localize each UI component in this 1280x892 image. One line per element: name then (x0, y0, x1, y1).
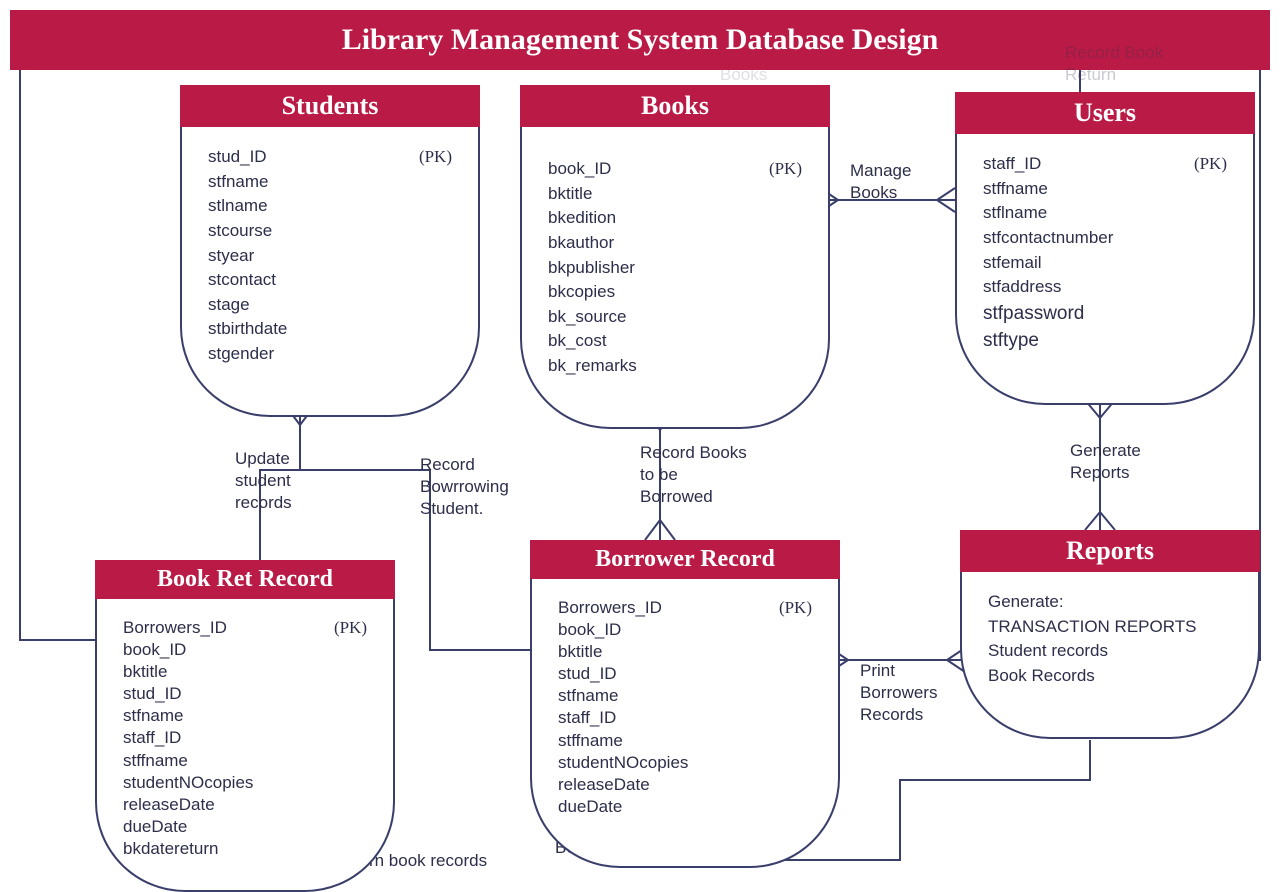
field: stlname (208, 194, 452, 219)
field: stfname (558, 685, 812, 707)
entity-borrower-record-header: Borrower Record (530, 540, 840, 579)
field: bk_cost (548, 329, 802, 354)
field: releaseDate (558, 774, 812, 796)
entity-reports-header: Reports (960, 530, 1260, 572)
entity-users-body: staff_ID (PK) stffname stflname stfconta… (955, 134, 1255, 405)
field: stage (208, 293, 452, 318)
entity-students-body: stud_ID (PK) stfname stlname stcourse st… (180, 127, 480, 417)
field: stcontact (208, 268, 452, 293)
field: bk_source (548, 305, 802, 330)
field: stud_ID (558, 663, 812, 685)
field: stfname (208, 170, 452, 195)
field: stcourse (208, 219, 452, 244)
field: stfname (123, 705, 367, 727)
field: staff_ID (123, 727, 367, 749)
entity-borrower-record-body: Borrowers_ID (PK) book_ID bktitle stud_I… (530, 579, 840, 868)
rel-record-book-return: Record Book Return (1065, 42, 1163, 86)
field: Borrowers_ID (558, 597, 749, 619)
rel-record-books-borrowed: Record Books to be Borrowed (640, 442, 747, 508)
entity-students-header: Students (180, 85, 480, 127)
field: stffname (123, 750, 367, 772)
field: bkauthor (548, 231, 802, 256)
field: bkdatereturn (123, 838, 367, 860)
field: stfpassword (983, 300, 1227, 328)
report-line: Generate: (988, 590, 1232, 615)
entity-books-header: Books (520, 85, 830, 127)
field: stftype (983, 327, 1227, 355)
field: releaseDate (123, 794, 367, 816)
rel-print-borrowers-records: Print Borrowers Records (860, 660, 937, 726)
field: stffname (558, 730, 812, 752)
pk-marker: (PK) (304, 617, 367, 639)
pk-marker: (PK) (749, 597, 812, 619)
field: stfaddress (983, 275, 1227, 300)
pk-marker: (PK) (739, 157, 802, 182)
entity-borrower-record: Borrower Record Borrowers_ID (PK) book_I… (530, 540, 840, 868)
field: bkpublisher (548, 256, 802, 281)
field: bkcopies (548, 280, 802, 305)
field: stfemail (983, 251, 1227, 276)
entity-reports: Reports Generate: TRANSACTION REPORTS St… (960, 530, 1260, 739)
field: stud_ID (208, 145, 389, 170)
field: studentNOcopies (558, 752, 812, 774)
field: stfcontactnumber (983, 226, 1227, 251)
field: stgender (208, 342, 452, 367)
field: dueDate (558, 796, 812, 818)
field: bktitle (548, 182, 802, 207)
field: book_ID (548, 157, 739, 182)
field: studentNOcopies (123, 772, 367, 794)
entity-books: Books book_ID (PK) bktitle bkedition bka… (520, 85, 830, 429)
field: bktitle (558, 641, 812, 663)
field: bktitle (123, 661, 367, 683)
entity-books-body: book_ID (PK) bktitle bkedition bkauthor … (520, 127, 830, 429)
field: stud_ID (123, 683, 367, 705)
field: stffname (983, 177, 1227, 202)
report-line: Book Records (988, 664, 1232, 689)
field: styear (208, 244, 452, 269)
field: bkedition (548, 206, 802, 231)
entity-book-ret-record-body: Borrowers_ID (PK) book_ID bktitle stud_I… (95, 599, 395, 892)
pk-marker: (PK) (1164, 152, 1227, 177)
entity-book-ret-record-header: Book Ret Record (95, 560, 395, 599)
report-line: Student records (988, 639, 1232, 664)
rel-update-student-records: Update student records (235, 448, 292, 514)
field: book_ID (123, 639, 367, 661)
field: staff_ID (983, 152, 1164, 177)
entity-users: Users staff_ID (PK) stffname stflname st… (955, 92, 1255, 405)
rel-generate-reports: Generate Reports (1070, 440, 1141, 484)
entity-students: Students stud_ID (PK) stfname stlname st… (180, 85, 480, 417)
field: bk_remarks (548, 354, 802, 379)
report-line: TRANSACTION REPORTS (988, 615, 1232, 640)
field: stbirthdate (208, 317, 452, 342)
entity-book-ret-record: Book Ret Record Borrowers_ID (PK) book_I… (95, 560, 395, 892)
field: book_ID (558, 619, 812, 641)
pk-marker: (PK) (389, 145, 452, 170)
rel-record-borrowing-student: Record Bowrrowing Student. (420, 454, 509, 520)
field: dueDate (123, 816, 367, 838)
field: stflname (983, 201, 1227, 226)
field: Borrowers_ID (123, 617, 304, 639)
entity-users-header: Users (955, 92, 1255, 134)
rel-manage-books: Manage Books (850, 160, 911, 204)
entity-reports-body: Generate: TRANSACTION REPORTS Student re… (960, 572, 1260, 739)
field: staff_ID (558, 707, 812, 729)
